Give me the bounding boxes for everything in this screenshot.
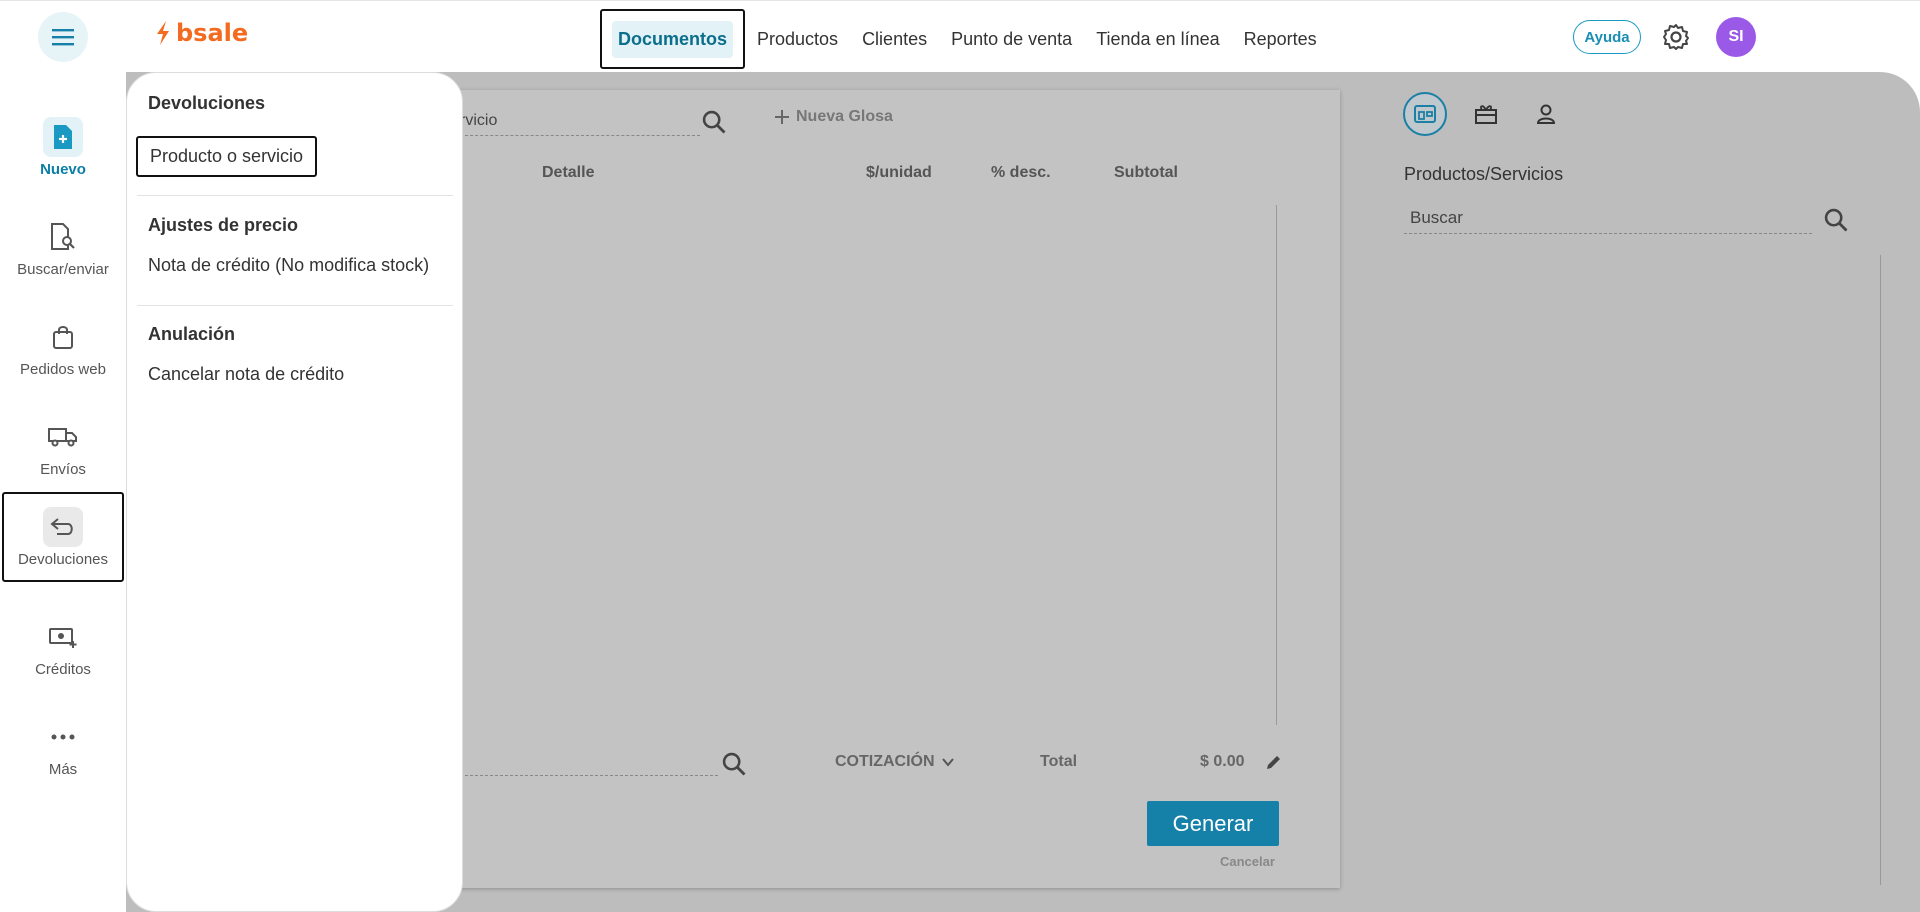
nav-punto-de-venta[interactable]: Punto de venta (939, 9, 1084, 69)
generate-button[interactable]: Generar (1147, 801, 1279, 846)
shopping-bag-icon (43, 317, 83, 357)
top-bar: bsale Documentos Productos Clientes Punt… (0, 0, 1920, 72)
gift-icon (1475, 105, 1497, 124)
table-divider (1276, 205, 1277, 725)
sidebar-item-label: Buscar/enviar (17, 260, 109, 278)
sidebar-item-creditos[interactable]: Créditos (0, 602, 126, 692)
sidebar-item-label: Créditos (35, 660, 91, 678)
more-dots-icon (43, 717, 83, 757)
sidebar-item-label: Envíos (40, 460, 86, 478)
store-icon (1414, 105, 1436, 123)
cash-plus-icon (43, 617, 83, 657)
cancel-link[interactable]: Cancelar (1220, 854, 1275, 869)
sidebar-item-label: Pedidos web (20, 360, 106, 378)
sidebar-item-mas[interactable]: Más (0, 702, 126, 792)
panel-divider (1880, 255, 1881, 885)
sidebar-item-label: Devoluciones (17, 550, 109, 568)
plus-icon (775, 110, 789, 124)
menu-item-nota-de-credito[interactable]: Nota de crédito (No modifica stock) (148, 255, 429, 276)
product-search-input[interactable]: rvicio (460, 110, 700, 136)
column-header-discount: % desc. (991, 164, 1051, 181)
column-header-subtotal: Subtotal (1114, 164, 1178, 181)
sidebar-item-label: Más (48, 760, 78, 778)
products-panel-title: Productos/Servicios (1404, 164, 1564, 184)
menu-divider (137, 305, 453, 306)
new-glosa-button[interactable]: Nueva Glosa (774, 108, 893, 126)
section-title-anulacion: Anulación (148, 324, 236, 344)
sidebar-item-envios[interactable]: Envíos (0, 402, 126, 492)
document-type-select[interactable]: COTIZACIÓN (835, 753, 955, 771)
column-header-unit-price: $/unidad (866, 164, 932, 181)
main-navigation: Documentos Productos Clientes Punto de v… (600, 9, 1329, 69)
person-icon (1536, 104, 1556, 124)
truck-icon (43, 417, 83, 457)
menu-item-cancelar-nota[interactable]: Cancelar nota de crédito (148, 364, 344, 385)
hamburger-icon (52, 29, 74, 46)
gear-icon[interactable] (1661, 22, 1691, 52)
new-document-icon (43, 116, 83, 157)
total-label: Total (1040, 753, 1078, 770)
client-search-input[interactable] (460, 750, 718, 776)
hamburger-menu-button[interactable] (38, 12, 88, 62)
menu-item-producto-o-servicio[interactable]: Producto o servicio (136, 136, 318, 177)
total-value: $ 0.00 (1200, 753, 1245, 770)
nav-documentos[interactable]: Documentos (600, 9, 746, 69)
devoluciones-dropdown-menu: Devoluciones Producto o servicio Ajustes… (126, 72, 463, 912)
section-title-ajustes: Ajustes de precio (148, 215, 299, 235)
left-sidebar: Nuevo Buscar/enviar Pedidos web Envíos D… (0, 72, 126, 912)
brand-logo[interactable]: bsale (154, 19, 248, 47)
nav-clientes[interactable]: Clientes (850, 9, 939, 69)
client-search-icon[interactable] (720, 750, 748, 782)
return-arrow-icon (43, 506, 83, 547)
products-search-input[interactable]: Buscar (1404, 208, 1812, 234)
client-tab[interactable] (1524, 92, 1568, 136)
products-search-icon[interactable] (1822, 206, 1850, 238)
sidebar-item-label: Nuevo (40, 160, 86, 178)
column-header-detalle: Detalle (542, 164, 595, 181)
sidebar-item-buscar[interactable]: Buscar/enviar (0, 202, 126, 292)
nav-productos[interactable]: Productos (745, 9, 850, 69)
section-title-devoluciones: Devoluciones (148, 93, 266, 113)
nav-tienda-en-linea[interactable]: Tienda en línea (1084, 9, 1231, 69)
sidebar-item-nuevo[interactable]: Nuevo (0, 102, 126, 192)
user-avatar[interactable]: SI (1716, 17, 1756, 57)
bolt-icon (157, 21, 169, 45)
sidebar-item-devoluciones[interactable]: Devoluciones (2, 492, 124, 582)
help-button[interactable]: Ayuda (1573, 20, 1641, 54)
menu-divider (137, 195, 453, 196)
search-icon[interactable] (700, 108, 728, 140)
brand-name: bsale (176, 19, 249, 47)
nav-reportes[interactable]: Reportes (1232, 9, 1329, 69)
chevron-down-icon (941, 758, 954, 767)
document-type-label: COTIZACIÓN (835, 753, 935, 770)
document-search-icon (43, 217, 83, 257)
edit-pencil-icon[interactable] (1264, 752, 1284, 776)
products-tab[interactable] (1403, 92, 1447, 136)
sidebar-item-pedidos-web[interactable]: Pedidos web (0, 302, 126, 392)
new-glosa-label: Nueva Glosa (796, 108, 893, 125)
gift-tab[interactable] (1464, 92, 1508, 136)
